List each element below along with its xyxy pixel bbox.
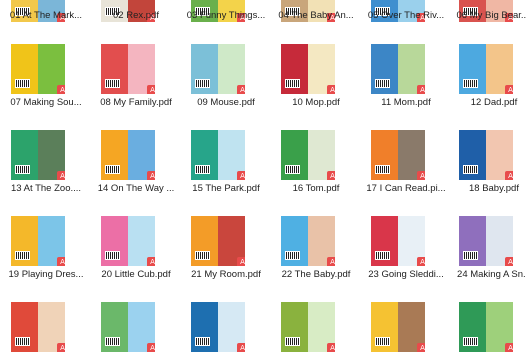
cover-back xyxy=(191,302,218,352)
pdf-thumbnail[interactable]: A xyxy=(459,302,513,352)
file-item[interactable]: A xyxy=(92,0,180,352)
cover-front: A xyxy=(308,302,335,352)
pdf-badge-icon: A xyxy=(57,343,65,352)
barcode-icon xyxy=(375,337,390,346)
barcode-icon xyxy=(285,337,300,346)
file-item[interactable]: A xyxy=(272,0,360,352)
cover-front: A xyxy=(486,302,513,352)
pdf-thumbnail[interactable]: A xyxy=(101,302,155,352)
cover-front: A xyxy=(128,302,155,352)
pdf-badge-icon: A xyxy=(505,343,513,352)
file-item[interactable]: A xyxy=(182,0,270,352)
pdf-thumbnail[interactable]: A xyxy=(281,302,335,352)
barcode-icon xyxy=(15,337,30,346)
cover-back xyxy=(371,302,398,352)
pdf-thumbnail[interactable]: A xyxy=(371,302,425,352)
pdf-badge-icon: A xyxy=(417,343,425,352)
cover-front: A xyxy=(218,302,245,352)
pdf-badge-icon: A xyxy=(327,343,335,352)
pdf-thumbnail[interactable]: A xyxy=(191,302,245,352)
pdf-badge-icon: A xyxy=(237,343,245,352)
pdf-badge-icon: A xyxy=(147,343,155,352)
file-item[interactable]: A xyxy=(2,0,90,352)
cover-back xyxy=(11,302,38,352)
cover-front: A xyxy=(38,302,65,352)
cover-back xyxy=(281,302,308,352)
file-item[interactable]: A xyxy=(362,0,450,352)
file-item[interactable]: A xyxy=(450,0,526,352)
barcode-icon xyxy=(105,337,120,346)
pdf-thumbnail[interactable]: A xyxy=(11,302,65,352)
cover-front: A xyxy=(398,302,425,352)
barcode-icon xyxy=(463,337,478,346)
cover-back xyxy=(101,302,128,352)
barcode-icon xyxy=(195,337,210,346)
cover-back xyxy=(459,302,486,352)
